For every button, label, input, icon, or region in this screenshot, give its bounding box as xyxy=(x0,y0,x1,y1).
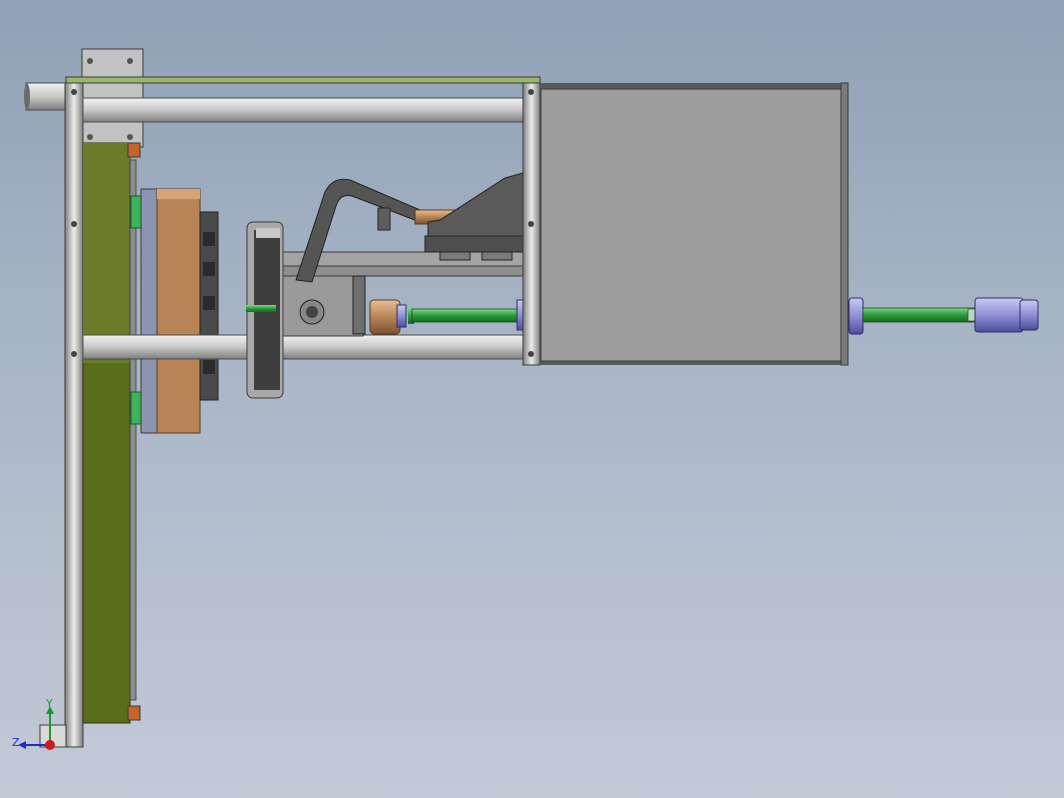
slide-foot-1 xyxy=(439,251,471,261)
middle-frame-post xyxy=(522,82,541,366)
slide-base xyxy=(424,235,524,253)
coordinate-triad xyxy=(18,706,55,750)
motor-plate xyxy=(140,188,159,434)
z-axis-label: Z xyxy=(12,736,20,749)
x-axis-dot xyxy=(45,740,55,750)
enclosure-box xyxy=(540,82,849,366)
inner-shaft-assembly xyxy=(369,299,526,335)
copper-block xyxy=(156,188,201,434)
top-rail xyxy=(65,76,541,84)
y-axis-label: Y xyxy=(46,697,53,710)
left-frame-post xyxy=(64,82,84,748)
clamp-lower xyxy=(130,391,142,425)
small-block xyxy=(377,207,391,231)
upper-guide-rod xyxy=(82,97,526,123)
wedge-block xyxy=(427,172,524,237)
gear-housing xyxy=(199,211,219,401)
lower-guide-rod xyxy=(82,334,526,360)
rod-stub-left xyxy=(24,82,71,111)
output-shaft xyxy=(848,297,1039,335)
assembly-drawing xyxy=(18,48,1039,750)
green-backing-plate xyxy=(82,142,141,724)
pin-short-green xyxy=(246,305,276,312)
slide-foot-2 xyxy=(481,251,513,261)
clamp-upper xyxy=(130,195,142,229)
cad-viewport[interactable]: Y Z xyxy=(0,0,1064,798)
copper-block-top xyxy=(157,189,200,199)
